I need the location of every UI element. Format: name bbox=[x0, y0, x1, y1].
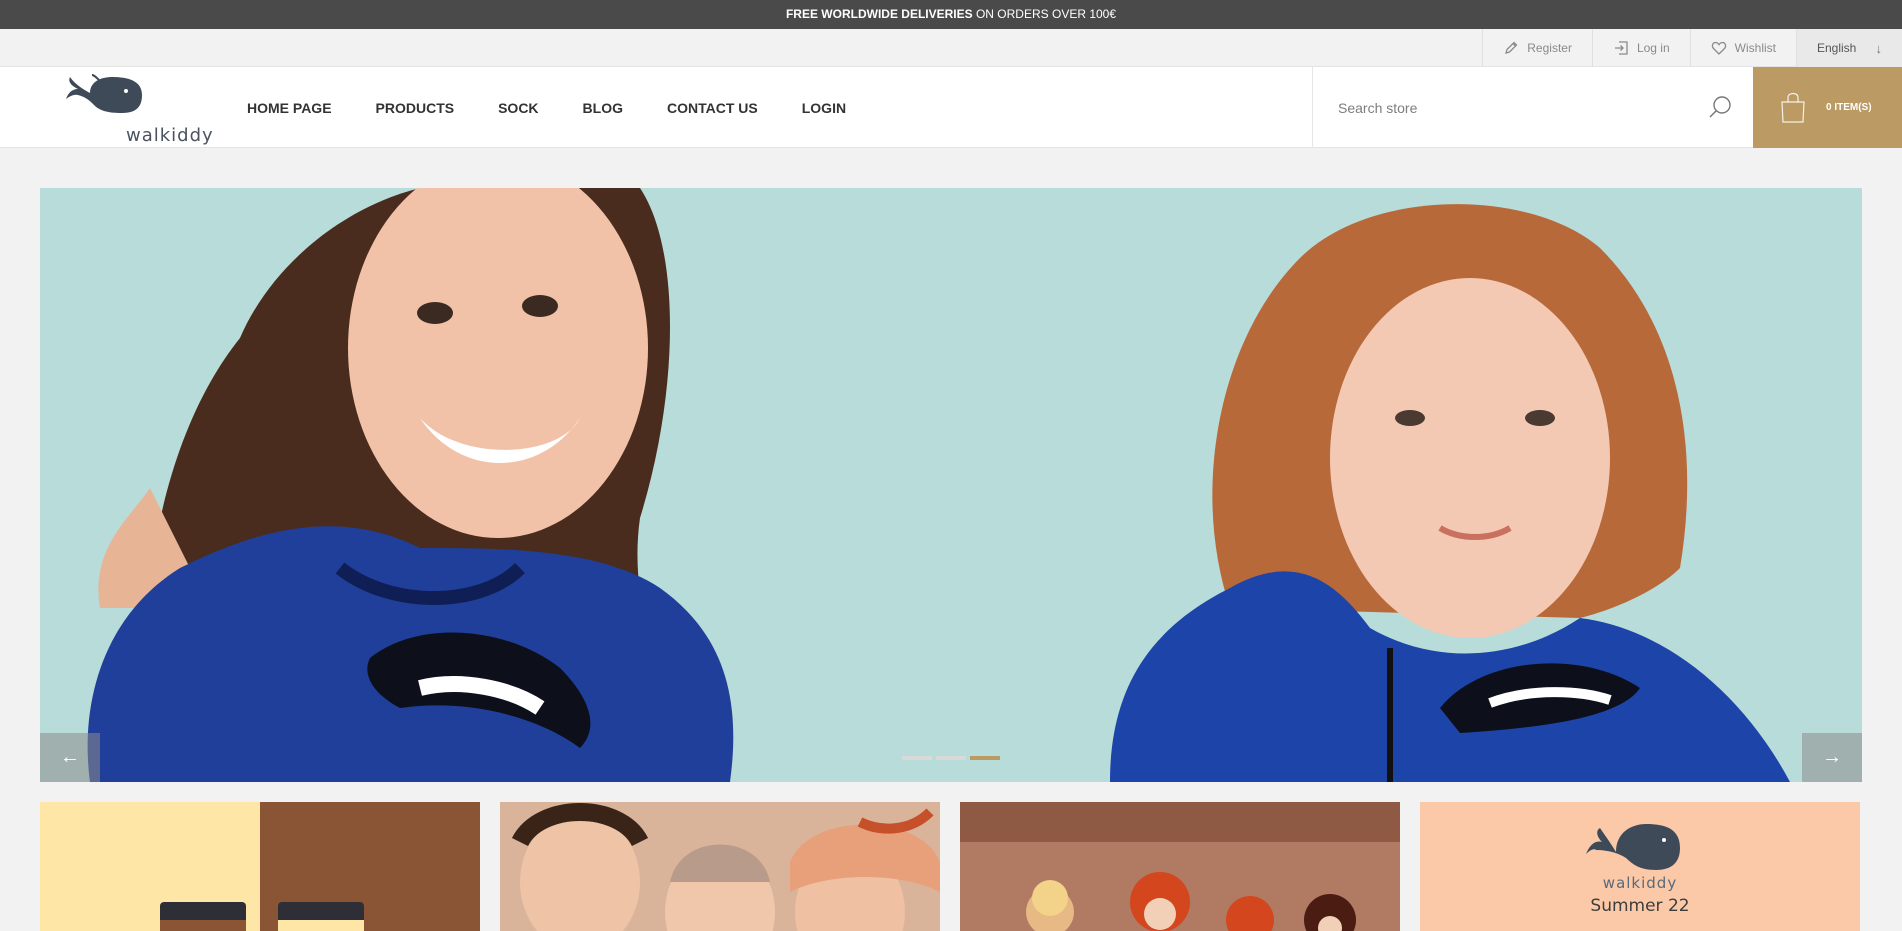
nav-products[interactable]: PRODUCTS bbox=[376, 100, 455, 116]
arrow-down-icon: ↓ bbox=[1875, 40, 1883, 56]
login-label: Log in bbox=[1636, 41, 1670, 55]
nav-contact[interactable]: CONTACT US bbox=[667, 100, 758, 116]
nav-sock[interactable]: SOCK bbox=[498, 100, 538, 116]
cart-count: 0 ITEM(S) bbox=[1826, 102, 1872, 113]
language-selector[interactable]: English ↓ bbox=[1796, 29, 1902, 67]
login-icon bbox=[1614, 41, 1628, 55]
dolls-tile-image bbox=[960, 802, 1400, 931]
logo-text: walkiddy bbox=[126, 125, 214, 146]
main-nav: HOME PAGE PRODUCTS SOCK BLOG CONTACT US … bbox=[247, 67, 890, 148]
tile-subtitle: Summer 22 bbox=[1590, 896, 1690, 916]
nav-home[interactable]: HOME PAGE bbox=[247, 100, 332, 116]
header: walkiddy HOME PAGE PRODUCTS SOCK BLOG CO… bbox=[0, 67, 1902, 148]
search-input[interactable] bbox=[1336, 87, 1696, 128]
tile-summer[interactable]: walkiddy Summer 22 bbox=[1420, 802, 1860, 931]
utility-bar: Register Log in Wishlist English ↓ bbox=[0, 29, 1902, 67]
pencil-icon bbox=[1505, 41, 1518, 54]
promo-bar: FREE WORLDWIDE DELIVERIES ON ORDERS OVER… bbox=[0, 0, 1902, 29]
promo-text: ON ORDERS OVER 100€ bbox=[972, 7, 1117, 21]
nav-blog[interactable]: BLOG bbox=[583, 100, 623, 116]
cart-button[interactable]: 0 ITEM(S) bbox=[1753, 67, 1902, 148]
slider-prev-button[interactable]: ← bbox=[40, 733, 100, 782]
category-tiles: walkiddy Summer 22 bbox=[40, 802, 1862, 931]
slider-dot-1[interactable] bbox=[902, 756, 932, 760]
whale-logo-icon bbox=[66, 74, 142, 113]
utility-links: Register Log in Wishlist English ↓ bbox=[1482, 29, 1902, 67]
logo[interactable]: walkiddy bbox=[60, 73, 213, 146]
wishlist-label: Wishlist bbox=[1734, 41, 1776, 55]
kids-tile-image bbox=[500, 802, 940, 931]
login-link[interactable]: Log in bbox=[1591, 29, 1690, 67]
slider-dot-2[interactable] bbox=[936, 756, 966, 760]
wishlist-link[interactable]: Wishlist bbox=[1689, 29, 1796, 67]
slider-next-button[interactable]: → bbox=[1802, 733, 1862, 782]
socks-tile-image bbox=[40, 802, 480, 931]
search-box bbox=[1312, 67, 1753, 148]
slider-dot-3[interactable] bbox=[970, 756, 1000, 760]
tile-brand-text: walkiddy bbox=[1602, 874, 1678, 892]
promo-bold-text: FREE WORLDWIDE DELIVERIES bbox=[785, 7, 973, 21]
tile-dolls[interactable] bbox=[960, 802, 1400, 931]
register-label: Register bbox=[1527, 41, 1572, 55]
search-icon bbox=[1709, 96, 1731, 118]
register-link[interactable]: Register bbox=[1482, 29, 1592, 67]
slider-dots bbox=[902, 756, 1000, 760]
search-button[interactable] bbox=[1707, 95, 1733, 121]
tile-kids[interactable] bbox=[500, 802, 940, 931]
nav-login[interactable]: LOGIN bbox=[802, 100, 846, 116]
tile-socks[interactable] bbox=[40, 802, 480, 931]
hero-image bbox=[40, 188, 1862, 782]
heart-icon bbox=[1711, 41, 1726, 55]
hero-slider[interactable]: ← → bbox=[40, 188, 1862, 782]
language-label: English bbox=[1817, 41, 1857, 55]
shopping-bag-icon bbox=[1781, 92, 1805, 123]
